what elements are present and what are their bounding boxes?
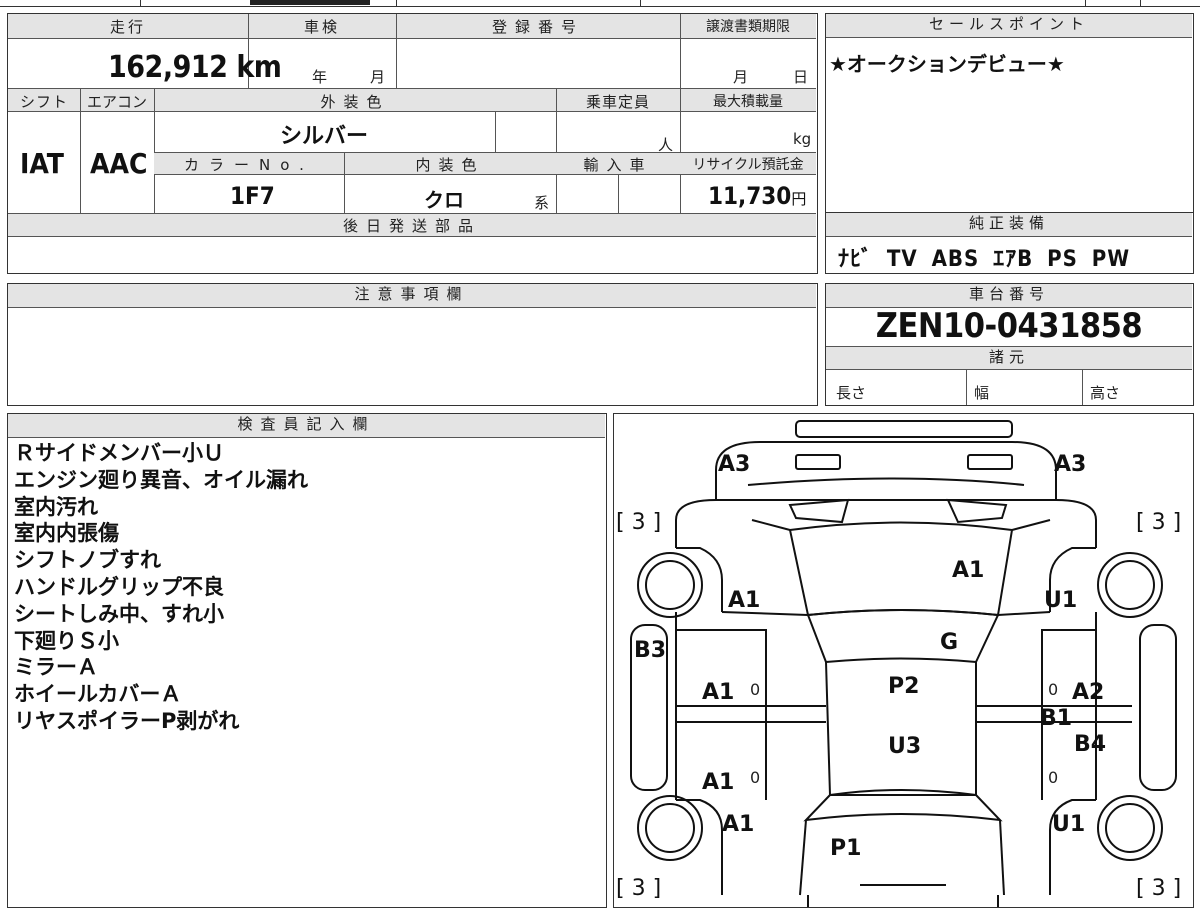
mark-side-sill-left: B3 — [634, 638, 667, 663]
inspector-note: シートしみ中、すれ小 — [14, 601, 224, 626]
inspector-panel: 検査員記入欄 Ｒサイドメンバー小Ｕ エンジン廻り異音、オイル漏れ 室内汚れ 室内内張傷… — [7, 413, 607, 908]
inspector-note: リヤスポイラーP剥がれ — [14, 708, 240, 733]
mark-front-door-left: A1 — [702, 680, 735, 705]
mark-rear-fender-left: A1 — [722, 812, 755, 837]
mark-windshield: G — [940, 630, 959, 655]
shift-value: IAT — [20, 147, 64, 180]
mark-rear-door-left: A1 — [702, 770, 735, 795]
inspector-note: 室内汚れ — [14, 494, 98, 519]
specs-label: 諸元 — [826, 346, 1192, 370]
mark-front-fender-left: A1 — [728, 588, 761, 613]
inspector-note: ハンドルグリップ不良 — [14, 574, 224, 599]
inspection-year-unit: 年 — [312, 68, 328, 86]
interior-color-suffix: 系 — [534, 194, 550, 212]
registration-label: 登録番号 — [491, 18, 584, 36]
chassis-label: 車台番号 — [826, 284, 1192, 308]
recycle-fee-value: 11,730円 — [708, 182, 807, 210]
mark-zero-1: 0 — [750, 680, 761, 699]
sales-point-label: セールスポイント — [826, 14, 1192, 38]
mark-front-fender-right: U1 — [1044, 588, 1078, 613]
mark-zero-3: 0 — [750, 768, 761, 787]
inspection-label: 車検 — [303, 18, 340, 36]
inspector-notes: Ｒサイドメンバー小Ｕ エンジン廻り異音、オイル漏れ 室内汚れ 室内内張傷 シフトノブすれ… — [14, 440, 308, 735]
max-load-unit: kg — [793, 130, 812, 148]
color-no-label: カラーNo. — [184, 156, 314, 174]
color-no-value: 1F7 — [230, 182, 275, 210]
inspector-note: シフトノブすれ — [14, 548, 161, 573]
equipment-panel: 純正装備 ﾅﾋﾞ TV ABS ｴｱB PS PW — [825, 212, 1194, 274]
caution-label: 注意事項欄 — [8, 284, 816, 308]
mark-rear-fender-right: U1 — [1052, 812, 1086, 837]
shift-label: シフト — [19, 93, 68, 111]
exterior-color-value: シルバー — [280, 124, 369, 149]
mark-tire-rear-left: [ 3 ] — [616, 876, 662, 901]
inspector-label: 検査員記入欄 — [8, 414, 605, 438]
aircon-label: エアコン — [86, 93, 147, 111]
inspector-note: エンジン廻り異音、オイル漏れ — [14, 467, 308, 492]
chassis-panel: 車台番号 ZEN10-0431858 諸元 長さ 幅 高さ — [825, 283, 1194, 406]
import-label: 輸入車 — [583, 156, 653, 174]
mark-roof-rear: U3 — [888, 734, 922, 759]
mark-rear-door-right: B4 — [1074, 732, 1107, 757]
inspector-note: 室内内張傷 — [14, 521, 119, 546]
inspector-note: ミラーＡ — [14, 655, 98, 680]
mark-hood: A1 — [952, 558, 985, 583]
capacity-label: 乗車定員 — [585, 93, 650, 111]
mileage-unit: km — [236, 50, 282, 85]
inspector-note: Ｒサイドメンバー小Ｕ — [14, 441, 224, 465]
max-load-label: 最大積載量 — [713, 94, 783, 110]
mark-tire-rear-right: [ 3 ] — [1136, 876, 1182, 901]
aircon-value: AAC — [90, 147, 148, 180]
spec-width: 幅 — [974, 384, 990, 402]
mark-tire-front-right: [ 3 ] — [1136, 510, 1182, 535]
caution-panel: 注意事項欄 — [7, 283, 818, 406]
equipment-items: ﾅﾋﾞ TV ABS ｴｱB PS PW — [838, 247, 1131, 272]
sales-point-panel: セールスポイント ★オークションデビュー★ — [825, 13, 1194, 214]
recycle-label: リサイクル預託金 — [692, 157, 804, 173]
later-parts-label: 後日発送部品 — [342, 217, 481, 235]
interior-color-label: 内装色 — [415, 156, 485, 174]
mark-roof-front: P2 — [888, 674, 920, 699]
mileage-value: 162,912 km — [108, 50, 282, 85]
mark-trunk: P1 — [830, 836, 862, 861]
inspector-note: ホイールカバーＡ — [14, 682, 182, 707]
spec-height: 高さ — [1090, 384, 1121, 402]
mark-bumper-right: A3 — [1054, 452, 1087, 477]
mark-zero-2: 0 — [1048, 680, 1059, 699]
mark-tire-front-left: [ 3 ] — [616, 510, 662, 535]
transfer-deadline-label: 譲渡書類期限 — [706, 19, 790, 35]
exterior-color-label: 外装色 — [320, 93, 390, 111]
equipment-label: 純正装備 — [826, 213, 1192, 237]
transfer-day-unit: 日 — [793, 68, 809, 86]
vehicle-info-panel: 走行 車検 登録番号 譲渡書類期限 162,912 km 年 月 月 日 シフト… — [7, 13, 818, 274]
chassis-number: ZEN10-0431858 — [875, 306, 1143, 346]
car-outline-diagram — [629, 419, 1177, 907]
interior-color-value: クロ — [424, 188, 464, 212]
mark-bumper-left: A3 — [718, 452, 751, 477]
inspector-note: 下廻りＳ小 — [14, 628, 119, 653]
recycle-unit: 円 — [791, 190, 807, 208]
mark-front-door-right: A2 — [1072, 680, 1105, 705]
mark-pillar-right: B1 — [1040, 706, 1073, 731]
spec-length: 長さ — [836, 384, 867, 402]
inspection-month-unit: 月 — [370, 68, 386, 86]
top-strip — [0, 0, 1200, 7]
mileage-label: 走行 — [109, 18, 146, 36]
mark-zero-4: 0 — [1048, 768, 1059, 787]
transfer-month-unit: 月 — [733, 68, 749, 86]
car-diagram-panel: A3 A3 [ 3 ] [ 3 ] A1 A1 U1 G B3 A1 0 P2 … — [613, 413, 1194, 908]
sales-point-text: ★オークションデビュー★ — [829, 52, 1065, 76]
